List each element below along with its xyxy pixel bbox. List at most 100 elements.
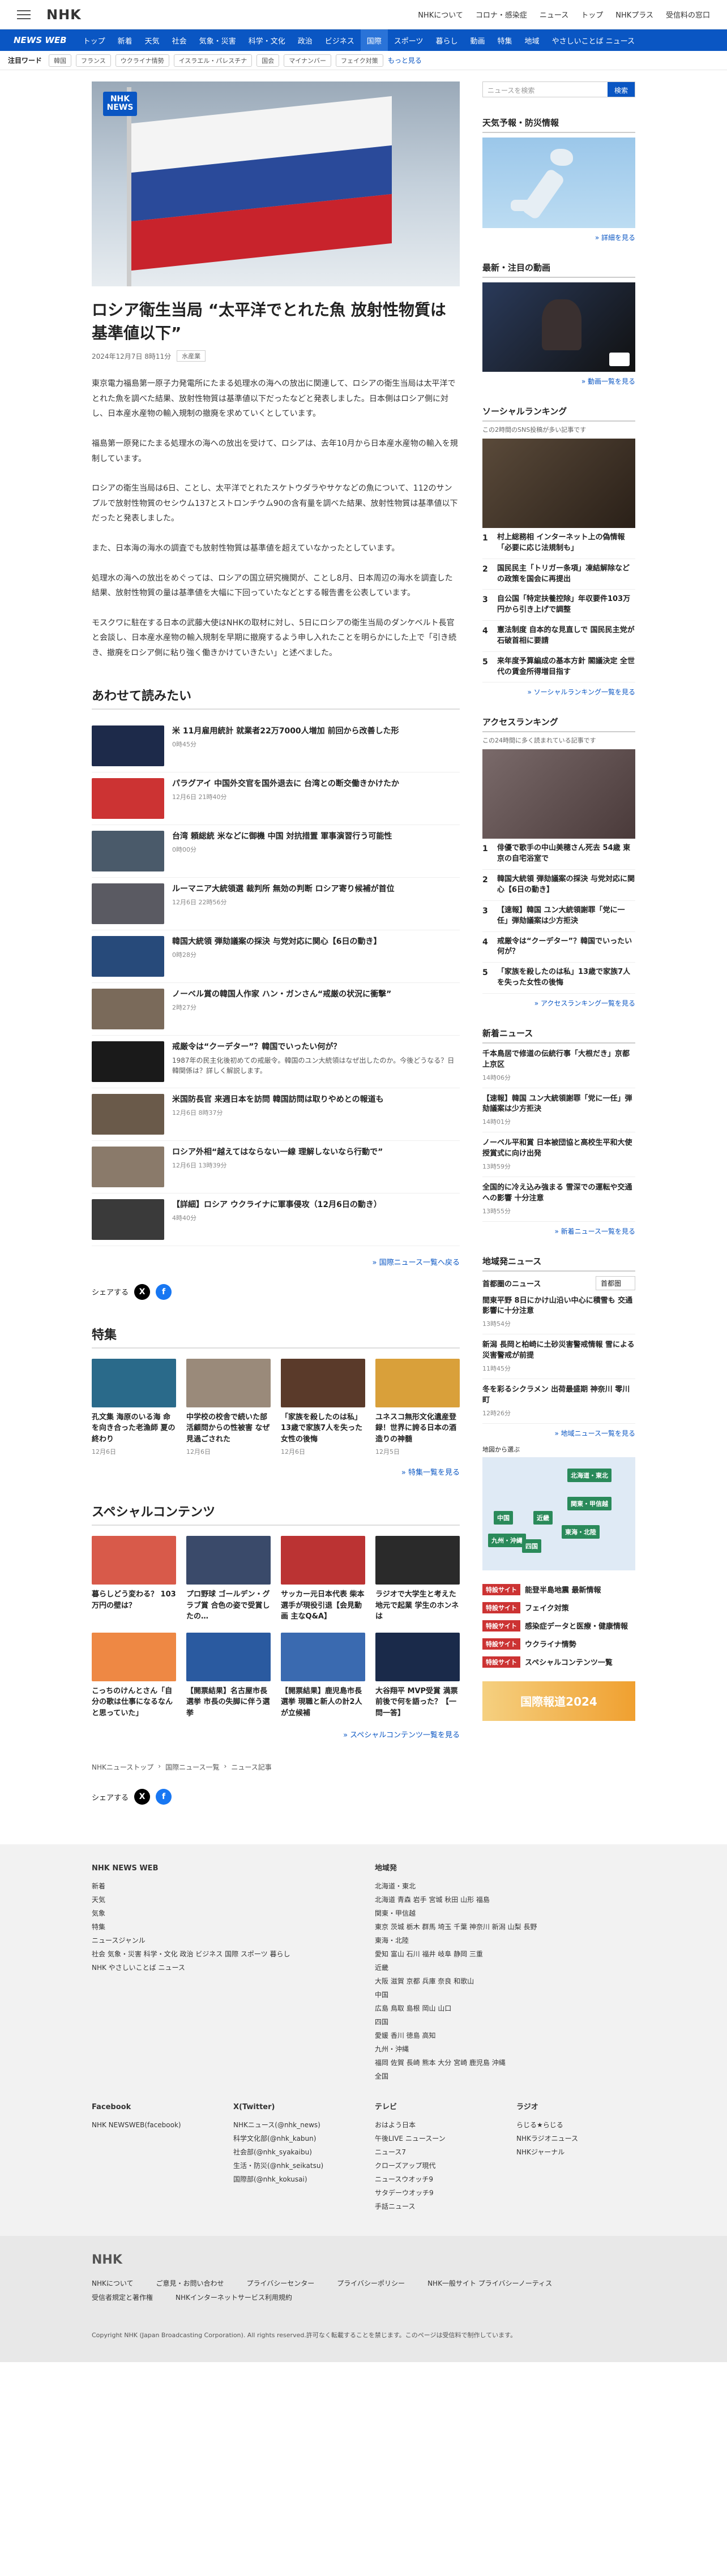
trend-more-link[interactable]: もっと見る (388, 55, 422, 65)
local-item[interactable]: 間東平野 8日にかけ山沿い中心に積雪も 交通影響に十分注意 13時54分 (482, 1290, 635, 1335)
footer-region-link[interactable]: 東海・北陸 (375, 1934, 635, 1947)
category-chip[interactable]: 水産業 (177, 350, 206, 362)
special-title[interactable]: プロ野球 ゴールデン・グラブ賞 合色の姿で受賞したの… (186, 1589, 271, 1622)
footer-tv-link[interactable]: おはよう日本 (375, 2118, 494, 2132)
related-item[interactable]: ルーマニア大統領選 裁判所 無効の判断 ロシア寄り候補が首位 12月6日 22時5… (92, 878, 460, 930)
special-site-link[interactable]: 特設サイト フェイク対策 (482, 1602, 635, 1613)
latest-item[interactable]: 【速報】韓国 ユン大統領謝罪「党に一任」弾劾議案は少方拒決 14時01分 (482, 1088, 635, 1133)
access-ranking-item[interactable]: 5 「家族を殺したのは私」13歳で家族7人を失った女性の後悔 (482, 963, 635, 994)
latest-link[interactable]: » 新着ニュース一覧を見る (482, 1226, 635, 1236)
region-button[interactable]: 近畿 (533, 1510, 553, 1525)
search-input[interactable]: ニュースを検索 (483, 82, 608, 97)
footer-region-link[interactable]: 北海道・東北 (375, 1879, 635, 1893)
special-title[interactable]: 大谷翔平 MVP受賞 満票前後で何を語った？【一問一答】 (375, 1686, 460, 1719)
video-thumbnail[interactable] (482, 282, 635, 372)
header-link[interactable]: NHKプラス (615, 9, 653, 20)
special-title[interactable]: 【開票結果】名古屋市長選挙 市長の失脚に伴う選挙 (186, 1686, 271, 1719)
nav-item[interactable]: 気象・災害 (193, 29, 242, 51)
weather-map[interactable] (482, 138, 635, 228)
footer-tv-link[interactable]: 午後LIVE ニュースーン (375, 2132, 494, 2145)
related-more-link[interactable]: » 国際ニュース一覧へ戻る (92, 1256, 460, 1267)
related-item[interactable]: 韓国大統領 弾劾議案の採決 与党対応に関心【6日の動き】 0時28分 (92, 930, 460, 983)
nav-item[interactable]: 新着 (112, 29, 139, 51)
header-link[interactable]: NHKについて (418, 9, 463, 20)
region-button[interactable]: 九州・沖縄 (488, 1533, 526, 1547)
special-site-link[interactable]: 特設サイト 感染症データと医療・健康情報 (482, 1620, 635, 1632)
special-site-title[interactable]: スペシャルコンテンツ一覧 (525, 1656, 613, 1667)
footer-bottom-link[interactable]: NHKについて (92, 2278, 134, 2288)
related-title[interactable]: 米 11月雇用統計 就業者22万7000人増加 前回から改善した形 (172, 725, 399, 737)
footer-region-link[interactable]: 中国 (375, 1988, 635, 2002)
rank-title[interactable]: 憲法制度 自本的な見直しで 国民民主党が石破首相に要請 (497, 625, 635, 647)
news-web-brand[interactable]: NEWS WEB (14, 35, 67, 45)
local-link[interactable]: » 地域ニュース一覧を見る (482, 1428, 635, 1438)
facebook-share-icon[interactable]: f (156, 1789, 172, 1805)
header-link[interactable]: ニュース (540, 9, 568, 20)
nav-item[interactable]: 暮らし (430, 29, 464, 51)
feature-card[interactable]: 中学校の校舎で続いた部活顧問からの性被害 なぜ見過ごされた 12月6日 (186, 1358, 271, 1457)
footer-region-link[interactable]: 九州・沖縄 (375, 2042, 635, 2056)
footer-radio-link[interactable]: NHKジャーナル (516, 2145, 635, 2159)
footer-x-link[interactable]: NHKニュース(@nhk_news) (233, 2118, 352, 2132)
rank-title[interactable]: 国民民主「トリガー条項」凍結解除などの政策を国会に再提出 (497, 564, 635, 585)
search-button[interactable]: 検索 (607, 82, 635, 97)
social-ranking-link[interactable]: » ソーシャルランキング一覧を見る (482, 687, 635, 697)
footer-bottom-link[interactable]: プライバシーポリシー (337, 2278, 405, 2288)
footer-link[interactable]: 社会 気象・災害 科学・文化 政治 ビジネス 国際 スポーツ 暮らし (92, 1947, 352, 1961)
menu-icon[interactable] (17, 10, 31, 19)
region-button[interactable]: 北海道・東北 (567, 1468, 611, 1482)
local-title[interactable]: 間東平野 8日にかけ山沿い中心に積雪も 交通影響に十分注意 (482, 1296, 635, 1317)
footer-region-link[interactable]: 東京 茨城 栃木 群馬 埼玉 千葉 神奈川 新潟 山梨 長野 (375, 1920, 635, 1934)
related-title[interactable]: ノーベル賞の韓国人作家 ハン・ガンさん“戒厳の状況に衝撃” (172, 989, 391, 1001)
special-site-link[interactable]: 特設サイト ウクライナ情勢 (482, 1638, 635, 1650)
related-item[interactable]: ノーベル賞の韓国人作家 ハン・ガンさん“戒厳の状況に衝撃” 2時27分 (92, 983, 460, 1036)
special-site-title[interactable]: 感染症データと医療・健康情報 (525, 1620, 628, 1631)
footer-region-link[interactable]: 四国 (375, 2015, 635, 2029)
latest-title[interactable]: 【速報】韓国 ユン大統領謝罪「党に一任」弾劾議案は少方拒決 (482, 1094, 635, 1115)
social-ranking-item[interactable]: 3 自公国「特定扶養控除」年収要件103万円から引き上げで調整 (482, 590, 635, 621)
special-card[interactable]: ラジオで大学生と考えた 地元で起業 学生のホンネは (375, 1536, 460, 1622)
rank-title[interactable]: 韓国大統領 弾劾議案の採決 与党対応に関心【6日の動き】 (497, 874, 635, 896)
social-ranking-item[interactable]: 5 来年度予算編成の基本方針 閣議決定 全世代の賃金所得増目指す (482, 652, 635, 683)
local-item[interactable]: 新潟 長岡と柏崎に土砂災害警戒情報 雪による災害警戒が前提 11時45分 (482, 1334, 635, 1379)
special-site-title[interactable]: ウクライナ情勢 (525, 1638, 576, 1649)
trend-tag[interactable]: ウクライナ情勢 (115, 54, 169, 67)
feature-card[interactable]: 「家族を殺したのは私」13歳で家族7人を失った女性の後悔 12月6日 (281, 1358, 365, 1457)
special-site-link[interactable]: 特設サイト スペシャルコンテンツ一覧 (482, 1656, 635, 1668)
footer-link[interactable]: ニュースジャンル (92, 1934, 352, 1947)
nav-item[interactable]: 科学・文化 (242, 29, 292, 51)
footer-tv-link[interactable]: クローズアップ現代 (375, 2159, 494, 2173)
x-share-icon[interactable]: X (134, 1789, 151, 1805)
footer-bottom-link[interactable]: NHK一般サイト プライバシーノーティス (427, 2278, 552, 2288)
footer-brand[interactable]: NHK NEWS WEB (92, 1861, 352, 1876)
footer-link[interactable]: 特集 (92, 1920, 352, 1934)
footer-x-link[interactable]: 生活・防災(@nhk_seikatsu) (233, 2159, 352, 2173)
footer-tv-link[interactable]: サタデーウオッチ9 (375, 2186, 494, 2200)
breadcrumb-item[interactable]: 国際ニュース一覧 (165, 1762, 219, 1772)
related-item[interactable]: 【詳細】ロシア ウクライナに軍事侵攻（12月6日の動き） 4時40分 (92, 1193, 460, 1246)
rank-title[interactable]: 来年度予算編成の基本方針 閣議決定 全世代の賃金所得増目指す (497, 656, 635, 678)
nav-item[interactable]: 天気 (139, 29, 166, 51)
latest-item[interactable]: ノーベル平和賞 日本被団協と高校生平和大使 授賞式に向け出発 13時59分 (482, 1132, 635, 1177)
special-card[interactable]: 大谷翔平 MVP受賞 満票前後で何を語った？【一問一答】 (375, 1632, 460, 1719)
related-title[interactable]: 米国防長官 来週日本を訪問 韓国訪問は取りやめとの報道も (172, 1094, 384, 1106)
header-link[interactable]: 受信料の窓口 (666, 9, 710, 20)
nav-item[interactable]: 特集 (491, 29, 519, 51)
footer-radio-link[interactable]: らじる★らじる (516, 2118, 635, 2132)
region-button[interactable]: 関東・甲信越 (567, 1496, 611, 1510)
footer-x-link[interactable]: 社会部(@nhk_syakaibu) (233, 2145, 352, 2159)
special-more-link[interactable]: » スペシャルコンテンツ一覧を見る (92, 1729, 460, 1740)
special-card[interactable]: こっちのけんとさん「自分の歌は仕事になるなんと思っていた」 (92, 1632, 176, 1719)
x-share-icon[interactable]: X (134, 1283, 151, 1300)
footer-link[interactable]: 新着 (92, 1879, 352, 1893)
footer-region-link[interactable]: 福岡 佐賀 長崎 熊本 大分 宮崎 鹿児島 沖縄 (375, 2056, 635, 2070)
latest-item[interactable]: 千本鳥居で修道の伝統行事「大根だき」京都 上京区 14時06分 (482, 1044, 635, 1088)
footer-bottom-link[interactable]: NHKインターネットサービス利用規約 (176, 2292, 292, 2302)
footer-facebook-link[interactable]: NHK NEWSWEB(facebook) (92, 2118, 211, 2132)
footer-region-link[interactable]: 関東・甲信越 (375, 1907, 635, 1920)
footer-nhk-logo[interactable]: NHK (92, 2253, 635, 2267)
header-link[interactable]: コロナ・感染症 (476, 9, 527, 20)
local-item[interactable]: 冬を彩るシクラメン 出荷最盛期 神奈川 零川町 12時26分 (482, 1379, 635, 1424)
latest-title[interactable]: 全国的に冷え込み強まる 雪深での運転や交通への影響 十分注意 (482, 1183, 635, 1204)
footer-region-link[interactable]: 大阪 滋賀 京都 兵庫 奈良 和歌山 (375, 1974, 635, 1988)
